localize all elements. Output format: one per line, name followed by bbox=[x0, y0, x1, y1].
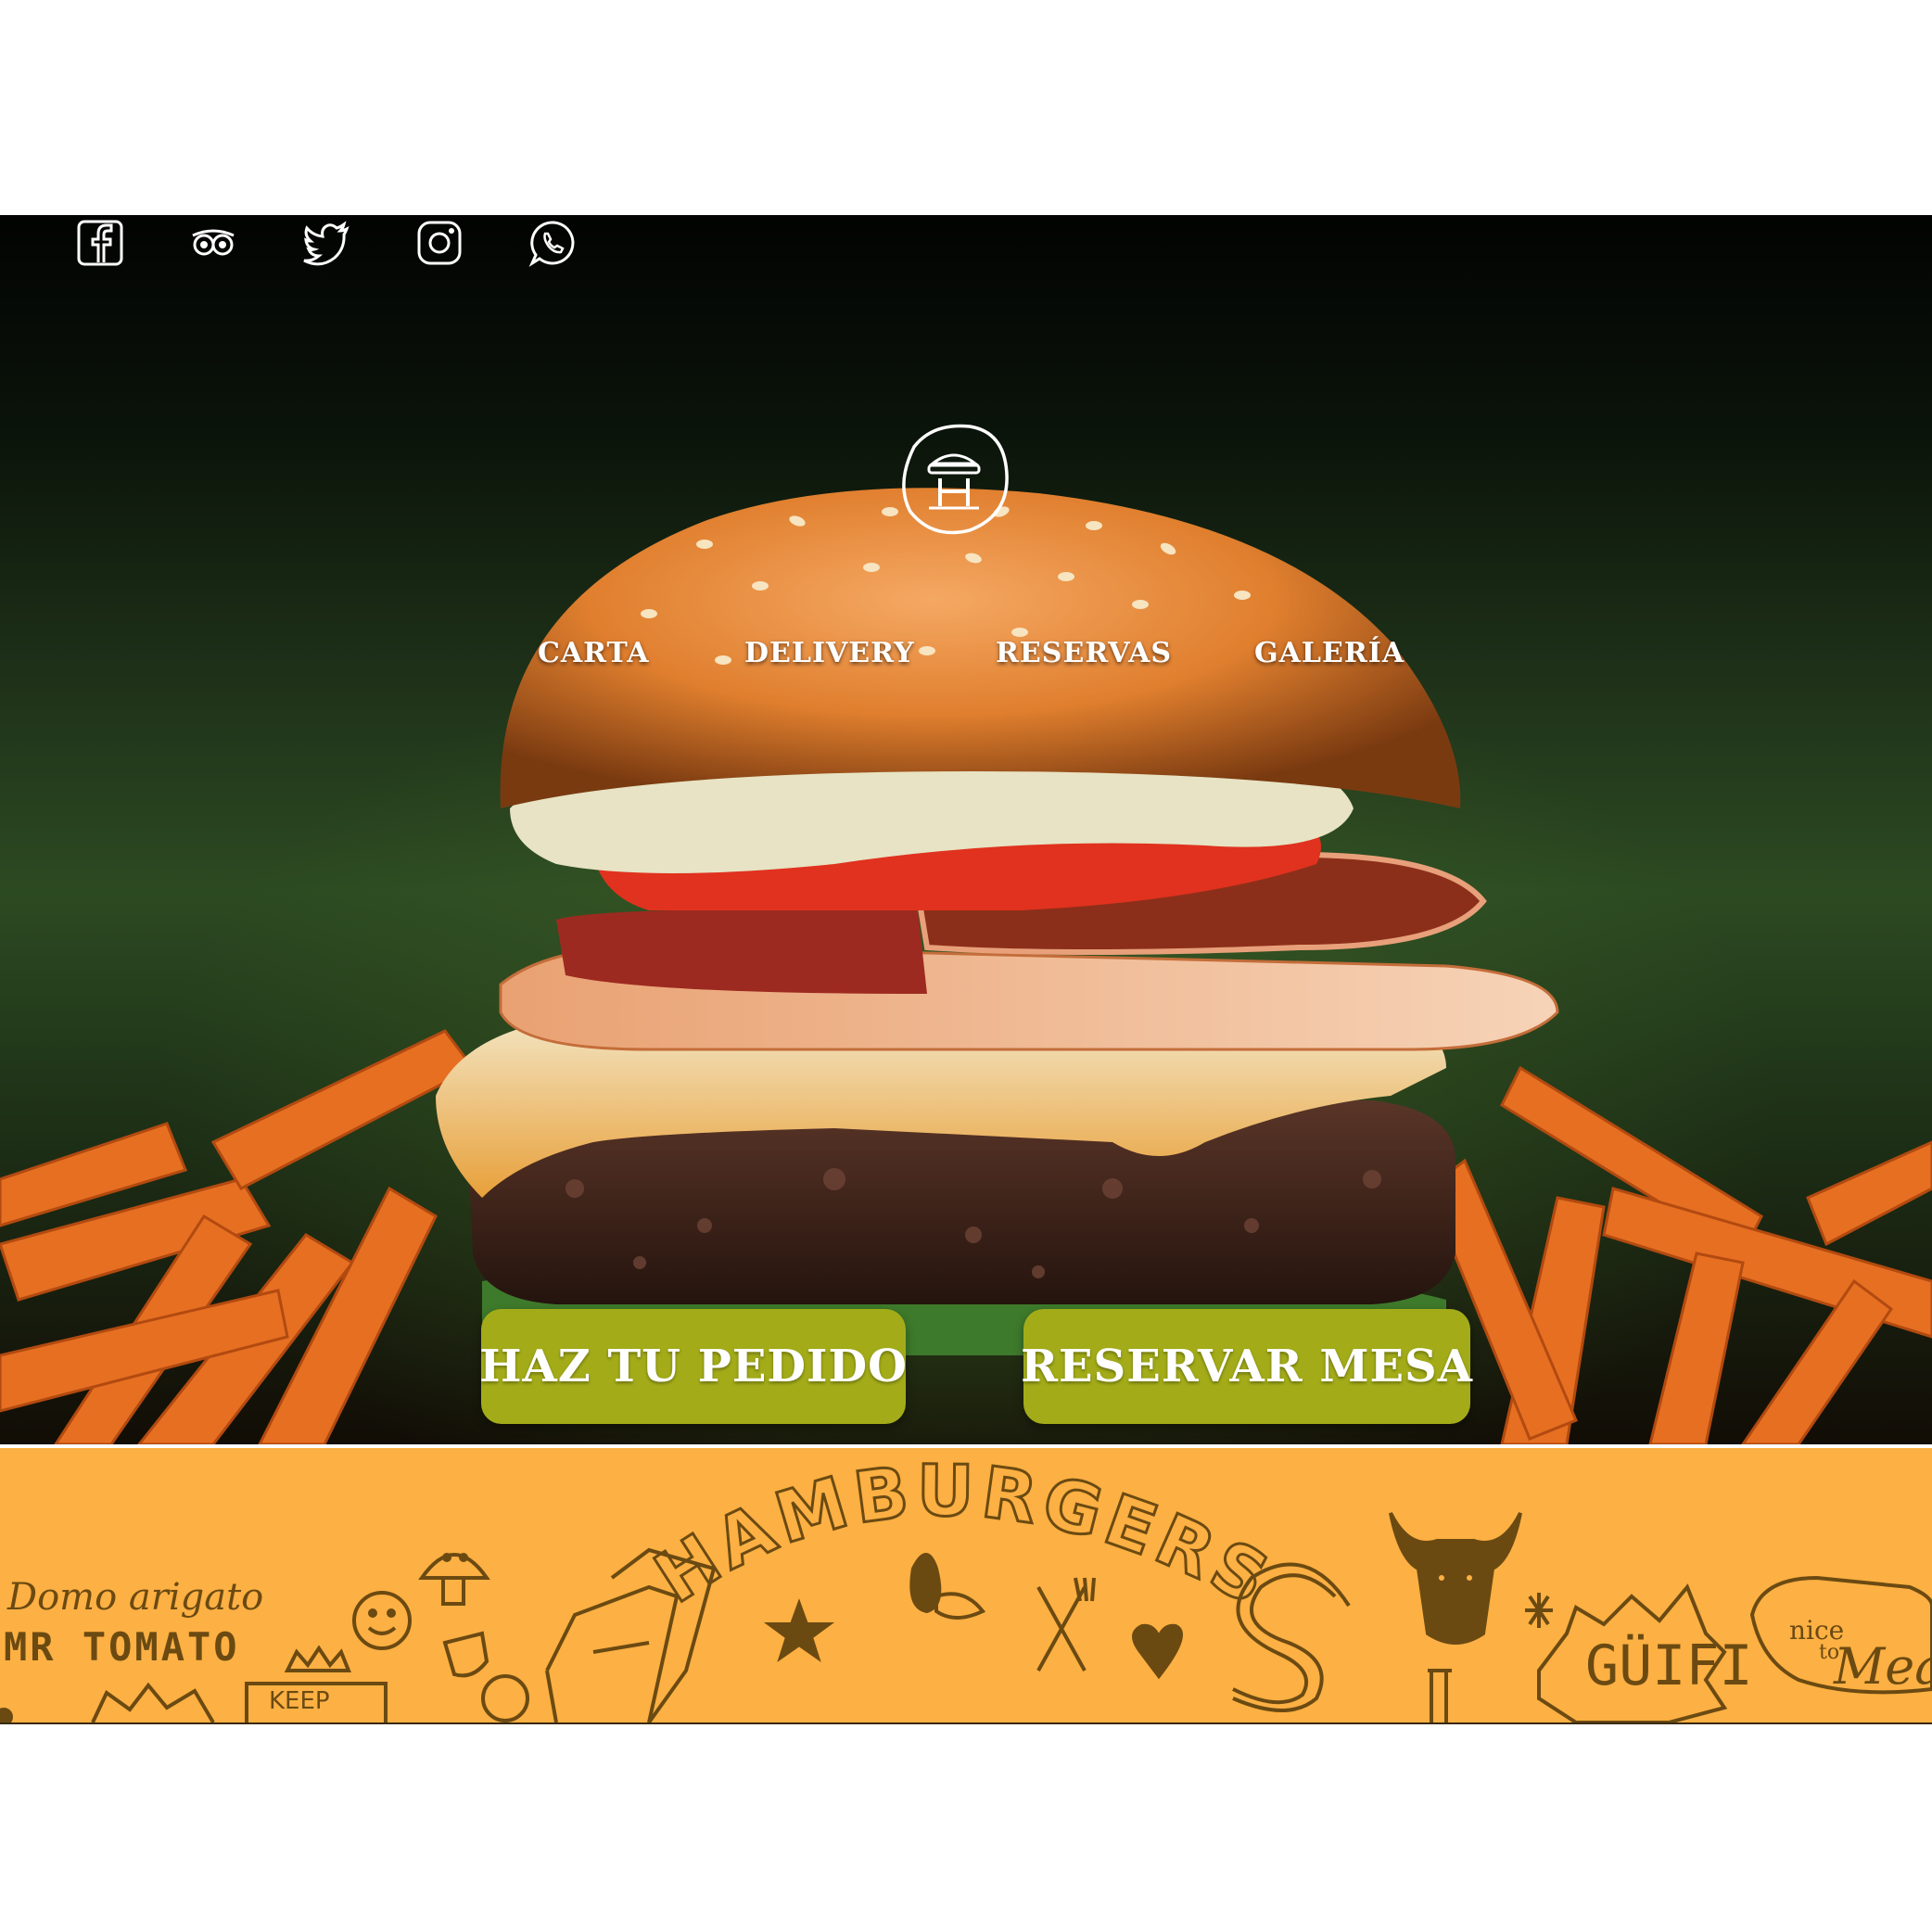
nav-item-galeria[interactable]: GALERÍA bbox=[1254, 637, 1405, 669]
page: CARTA DELIVERY RESERVAS GALERÍA HAZ TU P… bbox=[0, 0, 1932, 1932]
svg-text:HAMBURGERS: HAMBURGERS bbox=[641, 1449, 1286, 1622]
tripadvisor-icon[interactable] bbox=[189, 219, 237, 267]
hero-section: CARTA DELIVERY RESERVAS GALERÍA HAZ TU P… bbox=[0, 215, 1932, 1444]
nav-item-delivery[interactable]: DELIVERY bbox=[744, 637, 915, 669]
banner-domo-text: Domo arigato bbox=[7, 1576, 264, 1619]
banner-guifi-text: GÜIFI bbox=[1585, 1633, 1753, 1698]
main-nav: CARTA DELIVERY RESERVAS GALERÍA bbox=[0, 637, 1932, 693]
hamburgers-text: HAMBURGERS bbox=[640, 1448, 1282, 1624]
banner-tomato-text: MR TOMATO bbox=[4, 1624, 240, 1670]
doodle-banner: Domo arigato MR TOMATO HAMBURGERS KEEP G… bbox=[0, 1448, 1932, 1724]
nav-item-carta[interactable]: CARTA bbox=[538, 637, 650, 669]
banner-keep-text: KEEP bbox=[269, 1687, 330, 1715]
whatsapp-icon[interactable] bbox=[528, 219, 577, 267]
reserve-table-button[interactable]: RESERVAR MESA bbox=[1021, 1309, 1472, 1424]
burger-photo bbox=[0, 488, 1932, 1444]
hamburgers-arc-text: HAMBURGERS bbox=[640, 1448, 1286, 1624]
nav-item-reservas[interactable]: RESERVAS bbox=[996, 637, 1172, 669]
social-links bbox=[76, 219, 577, 267]
twitter-icon[interactable] bbox=[302, 219, 350, 267]
order-button[interactable]: HAZ TU PEDIDO bbox=[479, 1309, 907, 1424]
facebook-icon[interactable] bbox=[76, 219, 124, 267]
brand-logo-icon[interactable] bbox=[896, 419, 1012, 540]
banner-meat-text: Mea bbox=[1834, 1637, 1932, 1696]
instagram-icon[interactable] bbox=[415, 219, 464, 267]
